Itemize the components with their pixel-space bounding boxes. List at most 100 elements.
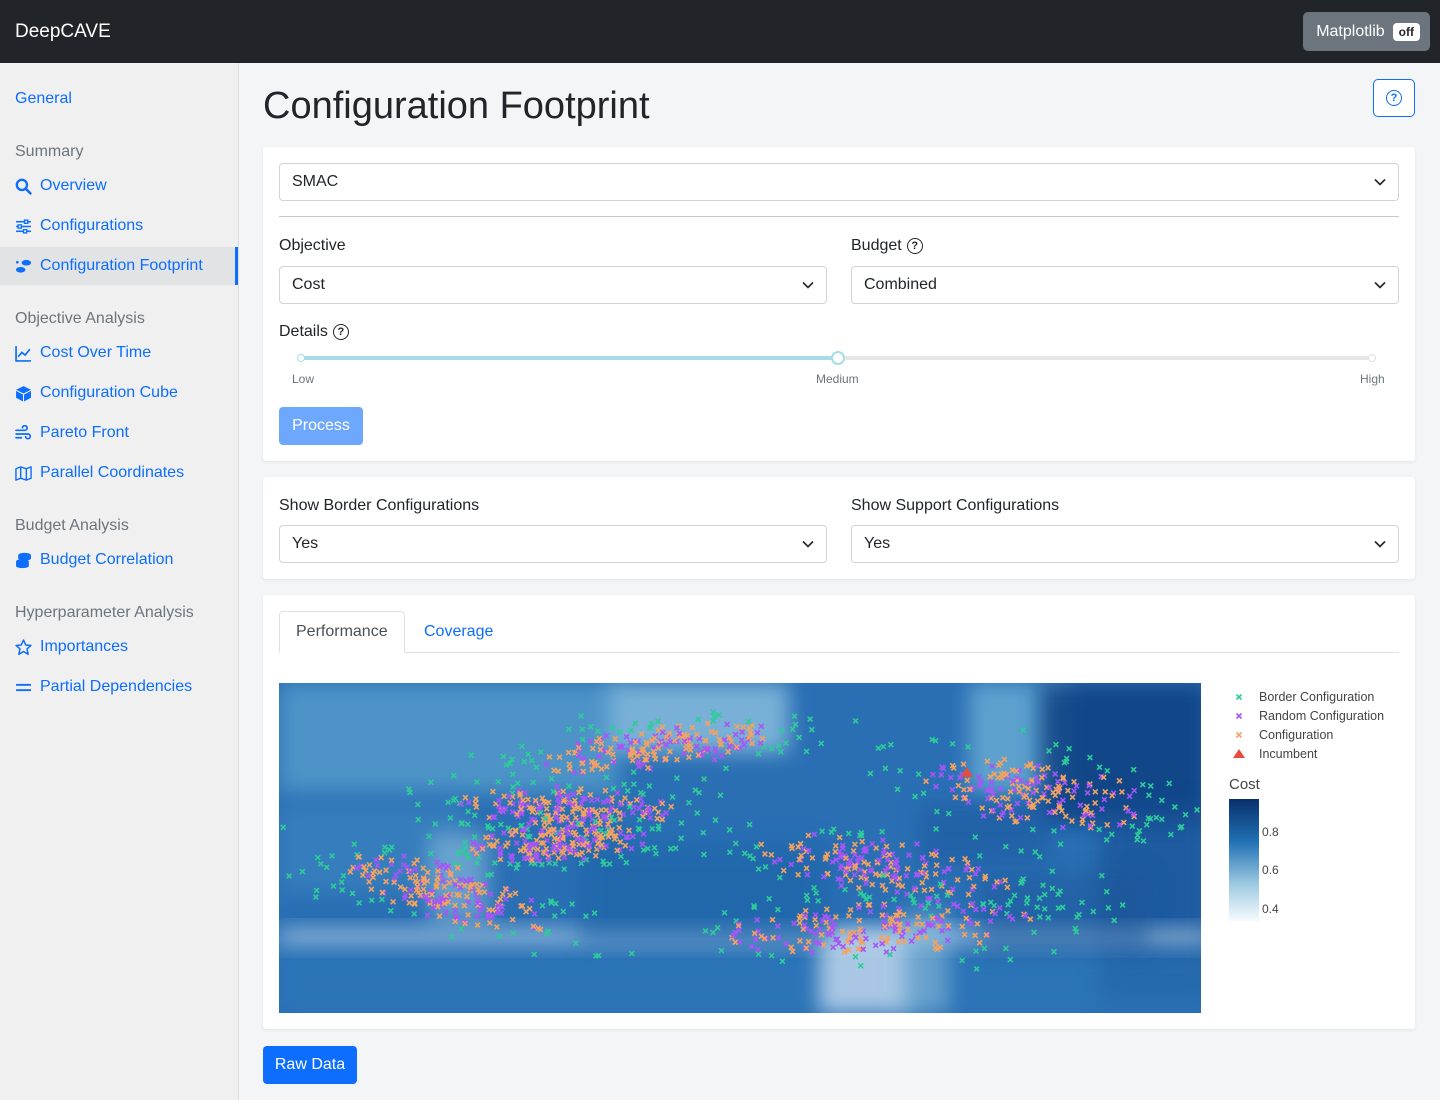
divider <box>279 216 1399 217</box>
colorbar-tick: 0.6 <box>1262 863 1279 877</box>
budget-select-value: Combined <box>864 276 937 293</box>
sidebar-heading-hyperparameter-analysis: Hyperparameter Analysis <box>15 604 194 621</box>
details-label: Details ? <box>279 323 349 341</box>
sidebar-item-label: Pareto Front <box>40 424 129 441</box>
colorbar-tick: 0.4 <box>1262 902 1279 916</box>
budget-label: Budget ? <box>851 237 923 255</box>
sidebar-item-label: Parallel Coordinates <box>40 464 185 481</box>
sidebar-item-parallel-coordinates[interactable]: Parallel Coordinates <box>0 454 238 492</box>
budget-label-text: Budget <box>851 237 902 254</box>
objective-select-value: Cost <box>292 276 325 293</box>
sidebar-item-general[interactable]: General <box>0 80 238 118</box>
slider-dot-low <box>297 354 305 362</box>
sidebar-item-partial-dependencies[interactable]: Partial Dependencies <box>0 668 238 706</box>
process-button[interactable]: Process <box>279 407 363 445</box>
legend-label: Incumbent <box>1259 747 1318 761</box>
sidebar-heading-budget-analysis: Budget Analysis <box>15 517 129 534</box>
border-configurations-value: Yes <box>292 535 319 552</box>
sidebar-item-importances[interactable]: Importances <box>0 628 238 666</box>
chevron-down-icon <box>802 540 814 548</box>
footprint-chart[interactable]: Border Configuration Random Configuration… <box>279 683 1419 1019</box>
matplotlib-label: Matplotlib <box>1316 22 1385 40</box>
support-configurations-value: Yes <box>864 535 891 552</box>
objective-label: Objective <box>279 237 346 255</box>
slider-dot-high <box>1368 354 1376 362</box>
slider-handle[interactable] <box>831 351 845 365</box>
config-point <box>1208 813 1213 818</box>
search-icon <box>15 178 32 195</box>
sidebar-heading-objective-analysis: Objective Analysis <box>15 310 145 327</box>
sidebar-item-pareto-front[interactable]: Pareto Front <box>0 414 238 452</box>
tab-coverage[interactable]: Coverage <box>408 611 509 653</box>
sidebar-item-label: General <box>15 90 72 107</box>
budget-select[interactable]: Combined <box>851 266 1399 304</box>
sidebar-item-configuration-footprint[interactable]: Configuration Footprint <box>0 247 238 285</box>
question-circle-icon[interactable]: ? <box>332 324 349 340</box>
cube-icon <box>15 385 32 402</box>
legend-label: Random Configuration <box>1259 709 1384 723</box>
help-button[interactable]: ? <box>1373 79 1415 117</box>
colorbar: Cost 0.8 0.6 0.4 <box>1229 776 1279 921</box>
filters-card: Show Border Configurations Yes Show Supp… <box>263 477 1415 579</box>
coins-icon <box>15 552 32 569</box>
colorbar-tick: 0.8 <box>1262 825 1279 839</box>
map-icon <box>15 465 32 482</box>
tab-performance[interactable]: Performance <box>279 611 405 653</box>
details-slider[interactable] <box>297 351 1376 365</box>
legend-marker <box>1235 712 1243 720</box>
legend-label: Configuration <box>1259 728 1333 742</box>
sidebar-item-label: Overview <box>40 177 107 194</box>
question-circle-icon: ? <box>1386 90 1402 106</box>
sidebar-item-label: Cost Over Time <box>40 344 152 361</box>
question-circle-icon[interactable]: ? <box>906 238 923 254</box>
chevron-down-icon <box>1374 540 1386 548</box>
page-title: Configuration Footprint <box>263 85 650 127</box>
chart-card: Performance Coverage Border Configuratio… <box>263 595 1415 1029</box>
legend-label: Border Configuration <box>1259 690 1374 704</box>
sidebar-item-label: Budget Correlation <box>40 551 174 568</box>
top-navbar: DeepCAVE Matplotlib off <box>0 0 1440 63</box>
border-configurations-select[interactable]: Yes <box>279 525 827 563</box>
sidebar-item-label: Importances <box>40 638 129 655</box>
sidebar-item-overview[interactable]: Overview <box>0 167 238 205</box>
support-configurations-select[interactable]: Yes <box>851 525 1399 563</box>
sidebar-heading-summary: Summary <box>15 143 84 160</box>
chevron-down-icon <box>1374 178 1386 186</box>
sidebar-item-budget-correlation[interactable]: Budget Correlation <box>0 541 238 579</box>
matplotlib-toggle-button[interactable]: Matplotlib off <box>1303 12 1430 51</box>
raw-data-button[interactable]: Raw Data <box>263 1046 357 1084</box>
chevron-down-icon <box>1374 281 1386 289</box>
legend-marker <box>1235 731 1243 739</box>
objective-select[interactable]: Cost <box>279 266 827 304</box>
equals-icon <box>15 679 32 696</box>
sidebar-item-configuration-cube[interactable]: Configuration Cube <box>0 374 238 412</box>
colorbar-gradient <box>1229 799 1259 921</box>
legend-marker <box>1233 749 1245 758</box>
line-chart-icon <box>15 345 32 362</box>
brand-title[interactable]: DeepCAVE <box>15 21 111 43</box>
config-point <box>1218 806 1223 811</box>
sidebar-item-label: Partial Dependencies <box>40 678 193 695</box>
border-configurations-label: Show Border Configurations <box>279 497 480 514</box>
colorbar-title: Cost <box>1229 776 1261 793</box>
slider-track <box>301 356 839 360</box>
main-content: Configuration Footprint ? SMAC Objective… <box>239 63 1440 1100</box>
details-label-text: Details <box>279 323 328 340</box>
chart-legend: Border Configuration Random Configuration… <box>1233 690 1384 761</box>
footprint-icon <box>15 258 32 275</box>
support-configurations-label: Show Support Configurations <box>851 497 1060 514</box>
run-select[interactable]: SMAC <box>279 163 1399 201</box>
sidebar-item-label: Configuration Footprint <box>40 257 203 274</box>
inputs-card: SMAC Objective Cost Budget ? Combined De… <box>263 147 1415 461</box>
slider-label-high: High <box>1360 372 1385 386</box>
wind-icon <box>15 424 32 442</box>
sidebar-item-label: Configuration Cube <box>40 384 178 401</box>
chevron-down-icon <box>802 281 814 289</box>
sidebar-item-cost-over-time[interactable]: Cost Over Time <box>0 334 238 372</box>
sliders-icon <box>15 218 32 235</box>
slider-label-low: Low <box>292 372 315 386</box>
legend-marker <box>1235 693 1243 701</box>
star-icon <box>15 638 32 656</box>
slider-label-medium: Medium <box>816 372 859 386</box>
sidebar-item-configurations[interactable]: Configurations <box>0 207 238 245</box>
